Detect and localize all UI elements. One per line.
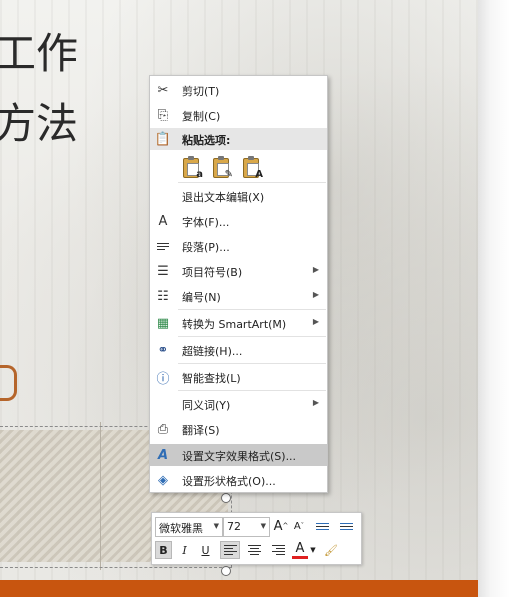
font-family-select[interactable]: 微软雅黑 ▼ [155,517,223,537]
menu-item-smart-lookup[interactable]: ⓘ 智能查找(L) [150,366,327,388]
menu-item-font[interactable]: A 字体(F)... [150,210,327,232]
size-value: 72 [227,520,241,533]
font-color-button[interactable]: A [292,541,308,559]
menu-item-shape-format[interactable]: ◈ 设置形状格式(O)... [150,469,327,491]
format-painter-icon[interactable]: 🖌 [322,541,340,559]
paragraph-icon [155,238,171,254]
text-effects-icon: A [157,447,169,463]
align-left-button[interactable] [220,541,240,559]
menu-label: 字体(F)... [182,216,230,229]
paste-options-row: a ✎ A [150,153,327,181]
menu-separator [178,182,326,183]
menu-label: 复制(C) [182,110,221,123]
smartart-icon: ▦ [156,315,170,331]
paste-text-only-icon[interactable]: A [240,155,263,180]
menu-item-copy[interactable]: ⎘ 复制(C) [150,104,327,126]
italic-button[interactable]: I [176,541,193,559]
accent-bar [0,580,478,597]
menu-item-smartart[interactable]: ▦ 转换为 SmartArt(M) ▶ [150,312,327,334]
menu-item-bullets[interactable]: ☰ 项目符号(B) ▶ [150,260,327,282]
paste-icon: 📋 [154,131,172,147]
mini-toolbar: 微软雅黑 ▼ 72 ▼ A ^ Aˇ B I U A ▼ 🖌 [151,512,362,565]
grow-font-button[interactable]: A ^ [273,517,289,535]
menu-label: 剪切(T) [182,85,220,98]
menu-label: 段落(P)... [182,241,230,254]
menu-item-translate[interactable]: ⎙ 翻译(S) [150,418,327,440]
menu-item-exit-edit[interactable]: 退出文本编辑(X) [150,185,327,207]
smart-lookup-icon: ⓘ [156,371,170,387]
decrease-indent-button[interactable] [313,517,331,535]
submenu-arrow-icon: ▶ [312,398,319,407]
submenu-arrow-icon: ▶ [312,290,319,299]
menu-label: 项目符号(B) [182,266,243,279]
font-size-select[interactable]: 72 ▼ [223,517,270,537]
font-icon: A [158,213,168,229]
menu-label: 粘贴选项: [182,134,231,147]
logo-fragment [0,365,17,401]
menu-label: 设置文字效果格式(S)... [182,450,297,463]
numbering-icon: ☷ [157,288,169,304]
paste-picture-icon[interactable]: ✎ [210,155,233,180]
font-value: 微软雅黑 [159,522,203,535]
align-right-button[interactable] [268,541,288,559]
menu-label: 超链接(H)... [182,345,243,358]
menu-item-numbering[interactable]: ☷ 编号(N) ▶ [150,285,327,307]
menu-label: 转换为 SmartArt(M) [182,318,287,331]
bold-button[interactable]: B [155,541,172,559]
menu-separator [178,363,326,364]
menu-item-cut[interactable]: ✂ 剪切(T) [150,79,327,101]
hyperlink-icon: ⚭ [157,342,169,358]
menu-separator [178,390,326,391]
menu-label: 同义词(Y) [182,399,231,412]
chevron-down-icon: ▼ [213,522,219,530]
shrink-font-button[interactable]: Aˇ [291,517,307,535]
menu-item-paragraph[interactable]: 段落(P)... [150,235,327,257]
shape-format-icon: ◈ [158,472,168,488]
submenu-arrow-icon: ▶ [312,317,319,326]
copy-icon: ⎘ [157,107,169,123]
menu-item-text-effects[interactable]: A 设置文字效果格式(S)... [150,444,327,466]
menu-label: 编号(N) [182,291,221,304]
resize-handle-top[interactable] [221,493,231,503]
menu-label: 退出文本编辑(X) [182,191,265,204]
menu-separator [178,336,326,337]
align-center-button[interactable] [244,541,264,559]
resize-handle-bottom[interactable] [221,566,231,576]
font-color-dropdown-icon[interactable]: ▼ [309,541,317,559]
scissors-icon: ✂ [157,82,169,98]
context-menu: ✂ 剪切(T) ⎘ 复制(C) 📋 粘贴选项: a ✎ A 退出文本编辑(X) … [149,75,328,493]
submenu-arrow-icon: ▶ [312,265,319,274]
slide-title-line-1[interactable]: 工作 [0,20,78,81]
menu-item-synonyms[interactable]: 同义词(Y) ▶ [150,393,327,415]
menu-label: 智能查找(L) [182,372,241,385]
menu-label: 翻译(S) [182,424,220,437]
translate-icon: ⎙ [157,421,169,437]
increase-indent-button[interactable] [337,517,355,535]
chevron-down-icon: ▼ [260,522,266,530]
menu-separator [178,309,326,310]
menu-item-hyperlink[interactable]: ⚭ 超链接(H)... [150,339,327,361]
underline-button[interactable]: U [197,541,214,559]
menu-label: 设置形状格式(O)... [182,475,276,488]
slide-title-line-2[interactable]: 方法 [0,90,78,151]
menu-item-paste-options: 📋 粘贴选项: [150,128,327,150]
bullets-icon: ☰ [157,263,169,279]
paste-keep-source-icon[interactable]: a [180,155,203,180]
window-edge [478,0,510,597]
